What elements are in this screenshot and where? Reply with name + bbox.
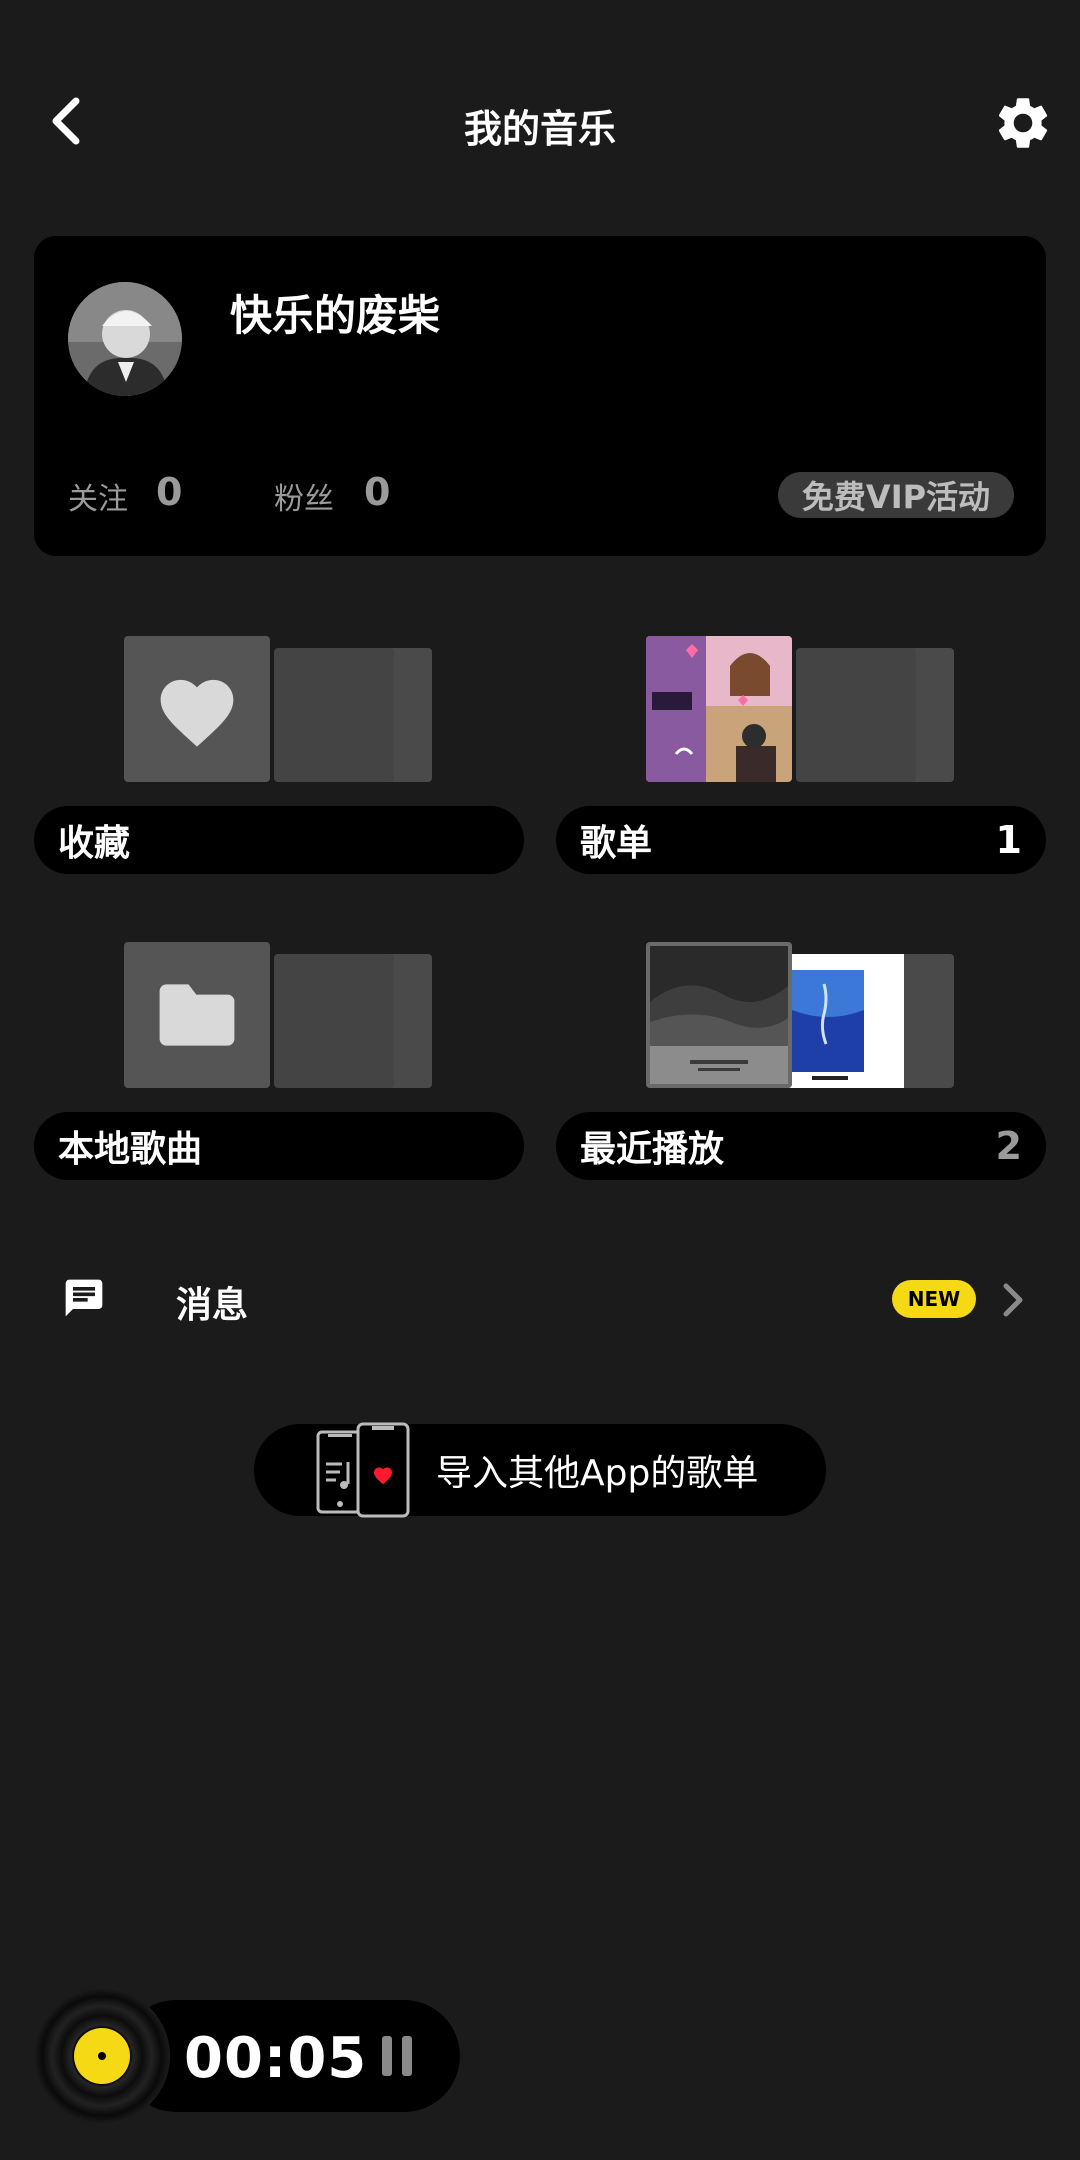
tile-label: 本地歌曲: [58, 1129, 203, 1170]
tile-recently-played[interactable]: 最近播放 2: [556, 940, 1046, 1180]
following-label[interactable]: 关注: [68, 474, 128, 518]
username: 快乐的废柴: [230, 291, 441, 340]
page-title: 我的音乐: [463, 107, 616, 151]
stack-card: [274, 954, 394, 1088]
favorites-cover: [124, 636, 270, 782]
vip-button[interactable]: 免费VIP活动: [778, 472, 1014, 518]
local-songs-pill: 本地歌曲: [34, 1112, 524, 1180]
vinyl-label: [74, 2028, 130, 2084]
heart-icon: [160, 679, 234, 747]
playlist-cover: [646, 636, 792, 782]
recent-cover-2: [784, 954, 904, 1088]
chat-icon: [62, 1276, 106, 1320]
settings-button[interactable]: [992, 92, 1054, 154]
import-playlist-button[interactable]: 导入其他App的歌单: [254, 1422, 826, 1518]
pause-icon: [382, 2036, 412, 2076]
chevron-right-icon: [998, 1282, 1026, 1318]
fans-count[interactable]: 0: [364, 470, 390, 514]
local-cover: [124, 942, 270, 1088]
following-count[interactable]: 0: [156, 470, 182, 514]
tile-label: 收藏: [58, 823, 131, 864]
folder-icon: [159, 984, 235, 1046]
avatar[interactable]: [68, 282, 182, 396]
album-art-image: [646, 942, 792, 1088]
phone-transfer-icon: [316, 1422, 410, 1518]
tile-count: 2: [995, 1124, 1022, 1168]
playback-time: 00:05: [184, 2026, 368, 2091]
pause-button[interactable]: [378, 2034, 418, 2078]
avatar-photo: [68, 282, 182, 396]
tile-label: 歌单: [580, 823, 653, 864]
album-art-image: [646, 636, 792, 782]
gear-icon: [998, 98, 1048, 148]
profile-card[interactable]: 快乐的废柴 关注 0 粉丝 0 免费VIP活动: [34, 236, 1046, 556]
tile-favorites[interactable]: 收藏: [34, 634, 524, 874]
new-badge: NEW: [892, 1280, 976, 1318]
tile-count: 1: [995, 818, 1022, 862]
favorites-pill: 收藏: [34, 806, 524, 874]
import-label: 导入其他App的歌单: [436, 1453, 759, 1494]
stack-card: [796, 648, 916, 782]
playlists-pill: 歌单 1: [556, 806, 1046, 874]
tile-local-songs[interactable]: 本地歌曲: [34, 940, 524, 1180]
album-art-image: [784, 954, 904, 1088]
vinyl-hole: [98, 2052, 106, 2060]
tile-label: 最近播放: [580, 1129, 725, 1170]
recently-played-pill: 最近播放 2: [556, 1112, 1046, 1180]
stack-card: [274, 648, 394, 782]
tile-playlists[interactable]: 歌单 1: [556, 634, 1046, 874]
recent-cover: [646, 942, 792, 1088]
messages-label: 消息: [176, 1285, 249, 1326]
vinyl-disc-icon[interactable]: [34, 1988, 170, 2124]
fans-label[interactable]: 粉丝: [274, 474, 334, 518]
